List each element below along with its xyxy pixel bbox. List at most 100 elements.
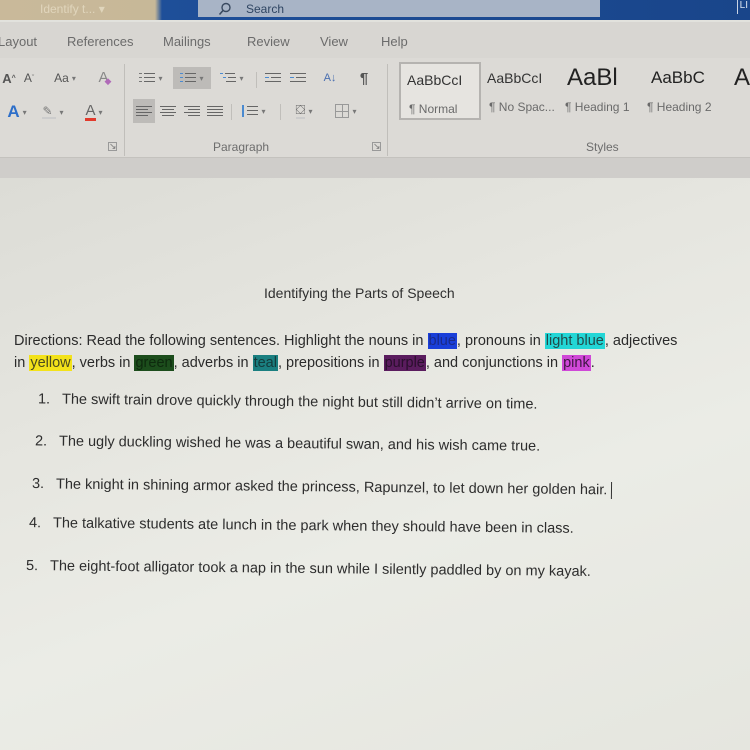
highlight-color-button[interactable]: ✎ ▾ xyxy=(38,101,68,123)
style-no-spacing[interactable]: AaBbCcI ¶ No Spac... xyxy=(481,62,563,120)
group-separator xyxy=(124,64,125,156)
highlight-yellow: yellow xyxy=(29,355,72,371)
search-label: Search xyxy=(246,1,285,16)
list-item: 4. The talkative students ate lunch in th… xyxy=(29,515,574,537)
change-case-button[interactable]: Aa ▾ xyxy=(48,68,82,88)
paint-bucket-icon: ⛋ xyxy=(295,102,306,119)
change-case-icon: Aa xyxy=(54,71,69,85)
style-title[interactable]: A xyxy=(730,62,750,120)
style-name: ¶ Normal xyxy=(409,102,458,116)
document-title-dropdown[interactable]: Identify t... ▾ xyxy=(40,2,105,16)
align-left-button[interactable] xyxy=(133,99,155,123)
numbering-button[interactable]: ▾ xyxy=(173,67,211,89)
align-right-icon xyxy=(184,105,200,117)
highlight-blue: blue xyxy=(427,333,457,349)
sort-button[interactable]: A↓ xyxy=(318,67,342,89)
shrink-font-icon: A xyxy=(23,71,32,85)
tab-help[interactable]: Help xyxy=(381,34,408,49)
increase-indent-button[interactable] xyxy=(287,68,309,88)
decrease-indent-button[interactable] xyxy=(262,68,284,88)
line-spacing-button[interactable]: ▾ xyxy=(236,99,272,123)
borders-icon xyxy=(335,104,350,118)
highlight-light-blue: light blue xyxy=(544,333,605,349)
tab-view[interactable]: View xyxy=(320,34,348,49)
style-name: ¶ No Spac... xyxy=(489,100,555,114)
decrease-indent-icon xyxy=(265,72,281,84)
grow-font-button[interactable]: A ^ xyxy=(0,68,18,88)
highlight-teal: teal xyxy=(252,355,278,371)
style-heading-1[interactable]: AaBl ¶ Heading 1 xyxy=(563,62,645,120)
account-initials[interactable]: LI xyxy=(736,0,750,14)
list-number: 1. xyxy=(37,391,51,408)
highlight-pink: pink xyxy=(562,355,591,371)
align-center-button[interactable] xyxy=(157,99,179,123)
directions-text: . xyxy=(590,355,595,371)
align-center-icon xyxy=(160,105,176,117)
divider xyxy=(231,104,232,120)
style-preview: A xyxy=(734,64,750,91)
list-number: 2. xyxy=(34,433,48,450)
tab-layout[interactable]: Layout xyxy=(0,34,37,49)
clear-formatting-button[interactable]: A ◆ xyxy=(94,66,116,88)
paragraph-dialog-launcher[interactable]: ↘ xyxy=(372,142,381,151)
highlight-green: green xyxy=(134,355,174,371)
directions-text: , prepositions in xyxy=(277,355,384,371)
font-color-icon: A xyxy=(85,101,96,121)
directions-text: , verbs in xyxy=(71,355,135,371)
text-effects-button[interactable]: A ▾ xyxy=(2,101,32,123)
grow-font-icon: A xyxy=(2,70,12,86)
justify-icon xyxy=(207,105,223,117)
tab-mailings[interactable]: Mailings xyxy=(163,34,211,49)
text-cursor xyxy=(611,482,613,500)
multilevel-list-button[interactable]: ▾ xyxy=(215,68,249,88)
style-preview: AaBbC xyxy=(651,68,705,87)
document-page[interactable]: Identifying the Parts of Speech Directio… xyxy=(0,178,750,750)
sentence-text: The knight in shining armor asked the pr… xyxy=(55,476,608,499)
style-name: ¶ Heading 2 xyxy=(647,100,712,114)
font-color-button[interactable]: A ▾ xyxy=(78,101,110,123)
search-box[interactable]: Search xyxy=(198,0,600,17)
group-separator xyxy=(387,64,388,156)
bullet-list-icon xyxy=(139,72,156,84)
tab-review[interactable]: Review xyxy=(247,34,290,49)
multilevel-list-icon xyxy=(220,72,237,84)
show-formatting-marks-button[interactable]: ¶ xyxy=(354,67,374,89)
bullets-button[interactable]: ▾ xyxy=(134,68,168,88)
shrink-font-button[interactable]: Aˇ xyxy=(20,68,38,88)
sentence-text: The swift train drove quickly through th… xyxy=(61,391,538,413)
tab-references[interactable]: References xyxy=(67,34,133,49)
style-name: ¶ Heading 1 xyxy=(565,100,630,114)
title-bar: Identify t... ▾ Search LI xyxy=(0,0,750,20)
ribbon-tabs: Layout References Mailings Review View H… xyxy=(0,22,750,60)
highlight-purple: purple xyxy=(383,355,426,371)
styles-group-label: Styles xyxy=(586,140,619,154)
highlighter-icon: ✎ xyxy=(42,105,57,119)
sentence-text: The talkative students ate lunch in the … xyxy=(52,515,574,537)
search-icon xyxy=(218,2,232,16)
list-item: 3. The knight in shining armor asked the … xyxy=(31,476,613,500)
directions-text: , adjectives xyxy=(604,333,678,349)
ribbon: A ^ Aˇ Aa ▾ A ◆ A ▾ ✎ ▾ A ▾ ↘ ▾ ▾ ▾ A↓ ¶ ▾ xyxy=(0,58,750,158)
list-number: 3. xyxy=(31,476,45,493)
divider xyxy=(280,104,281,120)
align-right-button[interactable] xyxy=(181,99,203,123)
directions-text: , pronouns in xyxy=(456,333,545,349)
sentence-text: The ugly duckling wished he was a beauti… xyxy=(58,433,541,455)
shading-button[interactable]: ⛋ ▾ xyxy=(286,99,322,123)
justify-button[interactable] xyxy=(204,99,226,123)
numbered-list-icon xyxy=(180,72,197,84)
borders-button[interactable]: ▾ xyxy=(328,99,364,123)
directions-text: , adverbs in xyxy=(173,355,253,371)
sort-icon: A↓ xyxy=(323,72,337,84)
list-item: 2. The ugly duckling wished he was a beau… xyxy=(35,433,540,454)
font-dialog-launcher[interactable]: ↘ xyxy=(108,142,117,151)
sentence-text: The eight-foot alligator took a nap in t… xyxy=(49,558,591,580)
style-normal[interactable]: AaBbCcI ¶ Normal xyxy=(399,62,481,120)
increase-indent-icon xyxy=(290,72,306,84)
divider xyxy=(256,72,257,88)
text-effects-icon: A xyxy=(7,102,20,121)
document-heading: Identifying the Parts of Speech xyxy=(264,285,455,301)
list-number: 4. xyxy=(28,515,42,532)
style-heading-2[interactable]: AaBbC ¶ Heading 2 xyxy=(645,62,727,120)
directions-text: in xyxy=(14,355,30,371)
